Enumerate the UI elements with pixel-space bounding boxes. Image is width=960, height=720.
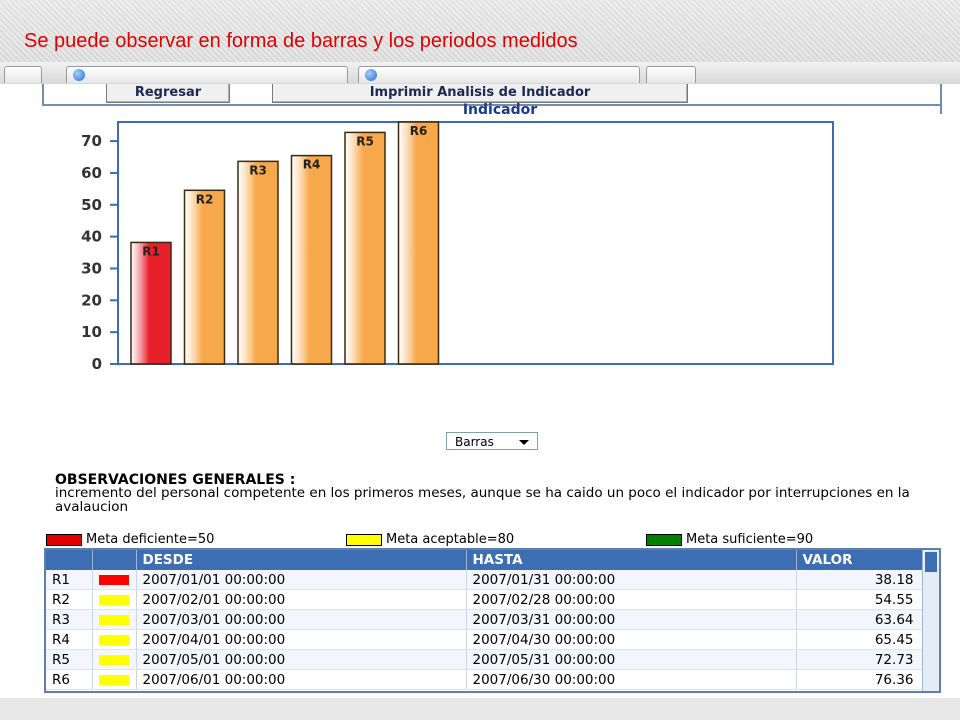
bar-label: R3	[249, 163, 267, 177]
row-color-cell	[92, 669, 137, 690]
observations-text: incremento del personal competente en lo…	[55, 485, 910, 515]
row-id-cell: R2	[46, 589, 93, 610]
row-hasta-cell: 2007/04/30 00:00:00	[466, 629, 797, 650]
y-tick-label: 40	[81, 228, 102, 246]
periods-grid: DESDE HASTA VALOR R1 2007/01/01 00:00:00 2…	[46, 550, 925, 690]
status-color-swatch	[98, 654, 129, 665]
periods-table: DESDE HASTA VALOR R1 2007/01/01 00:00:00 2…	[44, 548, 941, 693]
status-color-swatch	[98, 614, 129, 625]
legend-label: Meta deficiente=50	[86, 532, 215, 547]
y-tick-label: 60	[81, 164, 102, 182]
row-valor-cell: 72.73	[796, 649, 925, 670]
table-header-row: DESDE HASTA VALOR	[46, 550, 925, 570]
row-id-cell: R3	[46, 609, 93, 630]
legend-item-aceptable: Meta aceptable=80	[346, 532, 515, 547]
row-hasta-cell: 2007/06/30 00:00:00	[466, 669, 797, 690]
bar-r1[interactable]	[130, 241, 172, 365]
row-valor-cell: 63.64	[796, 609, 925, 630]
bottom-band	[0, 698, 960, 720]
y-tick-label: 0	[92, 355, 102, 373]
legend-swatch	[346, 533, 382, 546]
table-row[interactable]: R3 2007/03/01 00:00:00 2007/03/31 00:00:00…	[46, 609, 925, 630]
bar-r5[interactable]	[344, 131, 386, 365]
legend-item-deficiente: Meta deficiente=50	[46, 532, 215, 547]
row-color-cell	[92, 629, 137, 650]
status-color-swatch	[98, 634, 129, 645]
row-color-cell	[92, 609, 137, 630]
bar-r6[interactable]	[397, 121, 440, 365]
row-valor-cell: 65.45	[796, 629, 925, 650]
row-valor-cell: 54.55	[796, 589, 925, 610]
chart-type-select-value: Barras	[455, 435, 494, 449]
y-tick-label: 50	[81, 196, 102, 214]
bar-r3[interactable]	[237, 160, 279, 365]
row-hasta-cell: 2007/05/31 00:00:00	[466, 649, 797, 670]
scrollbar-thumb[interactable]	[925, 552, 937, 572]
y-tick-label: 70	[81, 132, 102, 150]
y-tick-label: 10	[81, 323, 102, 341]
table-row[interactable]: R5 2007/05/01 00:00:00 2007/05/31 00:00:00…	[46, 649, 925, 670]
table-row[interactable]: R1 2007/01/01 00:00:00 2007/01/31 00:00:00…	[46, 570, 925, 590]
row-id-cell: R4	[46, 629, 93, 650]
row-desde-cell: 2007/03/01 00:00:00	[136, 609, 467, 630]
column-header-desde[interactable]: DESDE	[136, 550, 467, 570]
legend-swatch	[46, 533, 82, 546]
row-hasta-cell: 2007/03/31 00:00:00	[466, 609, 797, 630]
legend-item-suficiente: Meta suficiente=90	[646, 532, 814, 547]
bar-label: R4	[303, 158, 321, 172]
column-header-id	[46, 550, 93, 570]
row-color-cell	[92, 570, 137, 590]
legend-label: Meta suficiente=90	[686, 532, 814, 547]
bar-label: R6	[410, 124, 428, 138]
row-hasta-cell: 2007/02/28 00:00:00	[466, 589, 797, 610]
bar-label: R5	[356, 134, 374, 148]
row-color-cell	[92, 589, 137, 610]
row-desde-cell: 2007/02/01 00:00:00	[136, 589, 467, 610]
column-header-hasta[interactable]: HASTA	[466, 550, 797, 570]
y-axis: 0 10 20 30 40 50 60 70	[81, 132, 118, 373]
row-id-cell: R1	[46, 570, 93, 590]
row-hasta-cell: 2007/01/31 00:00:00	[466, 570, 797, 590]
column-header-valor[interactable]: VALOR	[796, 550, 925, 570]
row-desde-cell: 2007/04/01 00:00:00	[136, 629, 467, 650]
row-valor-cell: 38.18	[796, 570, 925, 590]
row-desde-cell: 2007/06/01 00:00:00	[136, 669, 467, 690]
y-tick-label: 30	[81, 259, 102, 277]
bar-label: R1	[142, 244, 160, 258]
row-id-cell: R6	[46, 669, 93, 690]
legend-swatch	[646, 533, 682, 546]
status-color-swatch	[98, 574, 129, 585]
table-row[interactable]: R2 2007/02/01 00:00:00 2007/02/28 00:00:00…	[46, 589, 925, 610]
table-scrollbar[interactable]	[922, 550, 939, 691]
chart-type-select[interactable]: Barras	[446, 432, 538, 450]
status-color-swatch	[98, 674, 129, 685]
bar-r2[interactable]	[183, 189, 226, 365]
status-color-swatch	[98, 594, 129, 605]
row-desde-cell: 2007/01/01 00:00:00	[136, 570, 467, 590]
row-desde-cell: 2007/05/01 00:00:00	[136, 649, 467, 670]
legend-label: Meta aceptable=80	[386, 532, 515, 547]
column-header-color	[92, 550, 137, 570]
bar-label: R2	[196, 192, 214, 206]
row-valor-cell: 76.36	[796, 669, 925, 690]
y-tick-label: 20	[81, 291, 102, 309]
table-row[interactable]: R4 2007/04/01 00:00:00 2007/04/30 00:00:00…	[46, 629, 925, 650]
row-color-cell	[92, 649, 137, 670]
row-id-cell: R5	[46, 649, 93, 670]
bar-r4[interactable]	[290, 154, 333, 365]
table-row[interactable]: R6 2007/06/01 00:00:00 2007/06/30 00:00:00…	[46, 669, 925, 690]
chevron-down-icon	[519, 440, 529, 445]
